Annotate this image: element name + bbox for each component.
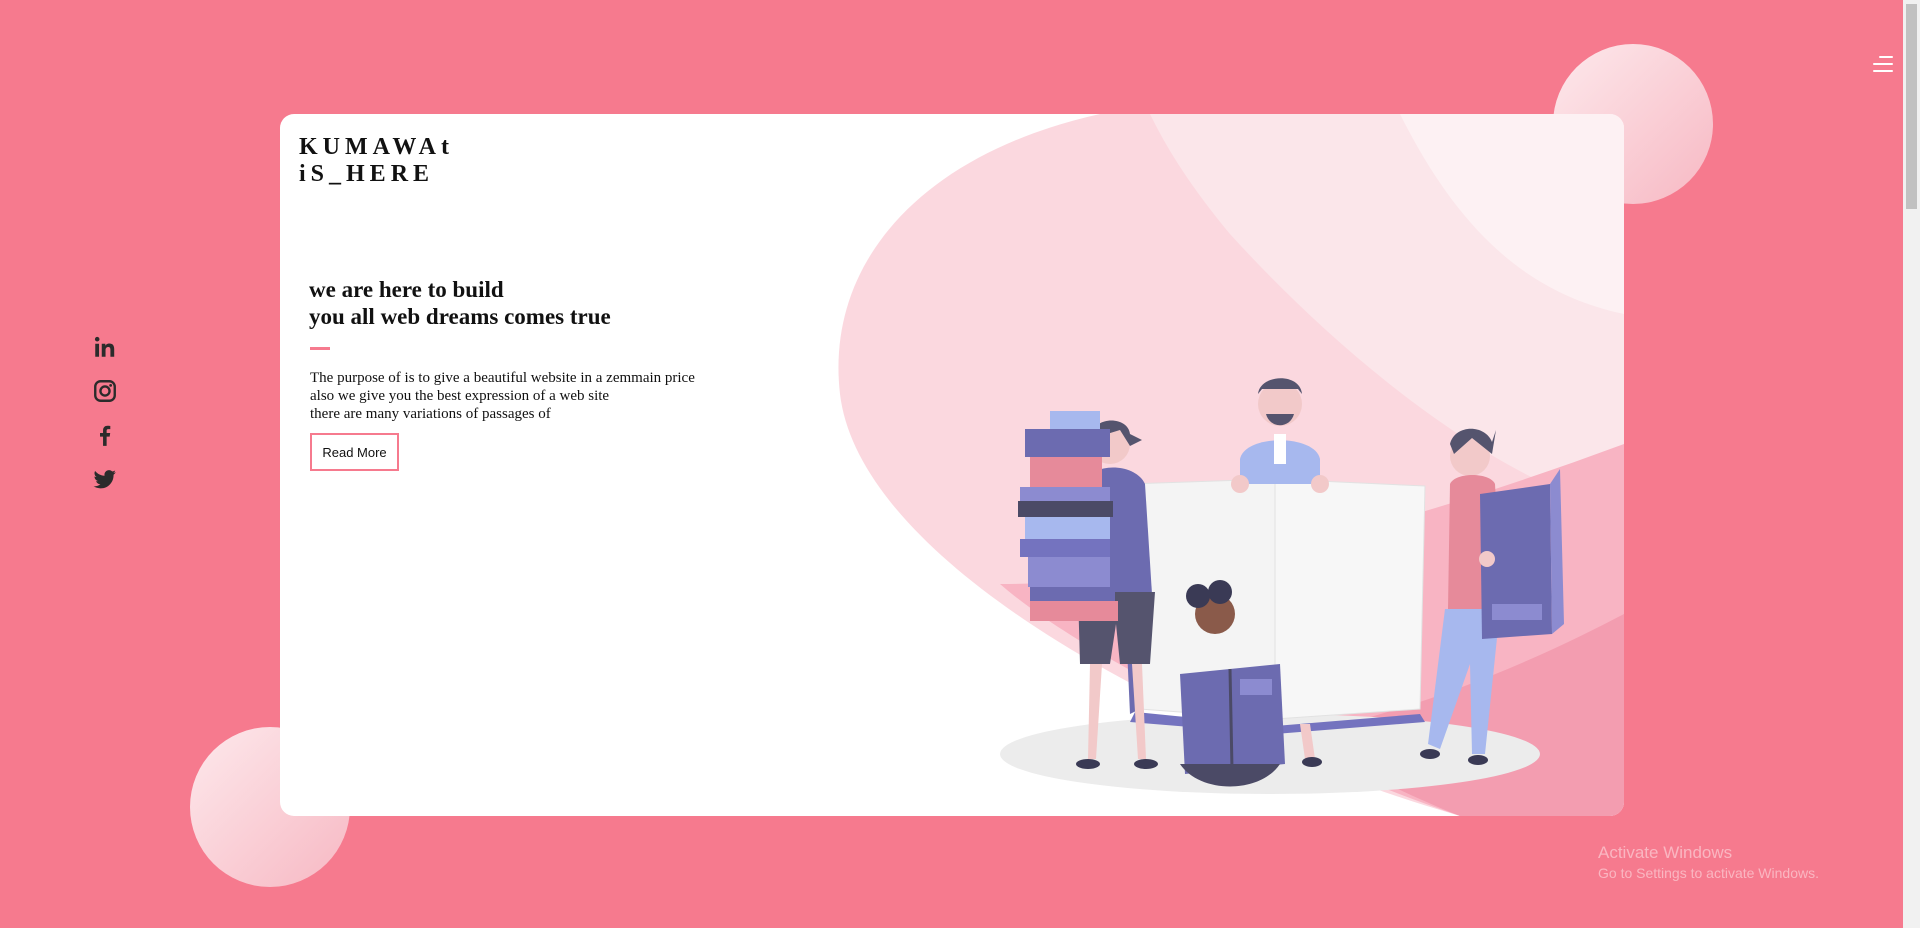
- facebook-icon[interactable]: [92, 422, 118, 448]
- hero-description: The purpose of is to give a beautiful we…: [310, 369, 695, 423]
- accent-divider: [310, 347, 330, 350]
- watermark-title: Activate Windows: [1598, 843, 1733, 862]
- people-reading-books-illustration: [1000, 378, 1564, 794]
- page-scrollbar[interactable]: [1903, 0, 1920, 928]
- desc-line-2: also we give you the best expression of …: [310, 388, 610, 404]
- twitter-icon[interactable]: [92, 466, 118, 492]
- headline-line-2: you all web dreams comes true: [309, 304, 611, 329]
- hero-headline: we are here to build you all web dreams …: [309, 276, 611, 330]
- desc-line-3: there are many variations of passages of: [310, 406, 551, 422]
- watermark-subtitle: Go to Settings to activate Windows.: [1598, 865, 1819, 881]
- read-more-button[interactable]: Read More: [310, 433, 399, 471]
- brand-line-2: iS_HERE: [299, 161, 435, 187]
- windows-activation-watermark: Activate Windows Go to Settings to activ…: [1598, 843, 1819, 883]
- hero-card: KUMAWAt iS_HERE we are here to build you…: [280, 114, 1624, 816]
- instagram-icon[interactable]: [92, 378, 118, 404]
- hamburger-menu-icon[interactable]: [1871, 54, 1893, 74]
- headline-line-1: we are here to build: [309, 277, 504, 302]
- social-links: [92, 334, 118, 510]
- brand-line-1: KUMAWAt: [299, 134, 454, 160]
- desc-line-1: The purpose of is to give a beautiful we…: [310, 370, 695, 386]
- brand-logo[interactable]: KUMAWAt iS_HERE: [299, 134, 454, 188]
- scrollbar-thumb[interactable]: [1906, 4, 1917, 209]
- linkedin-icon[interactable]: [92, 334, 118, 360]
